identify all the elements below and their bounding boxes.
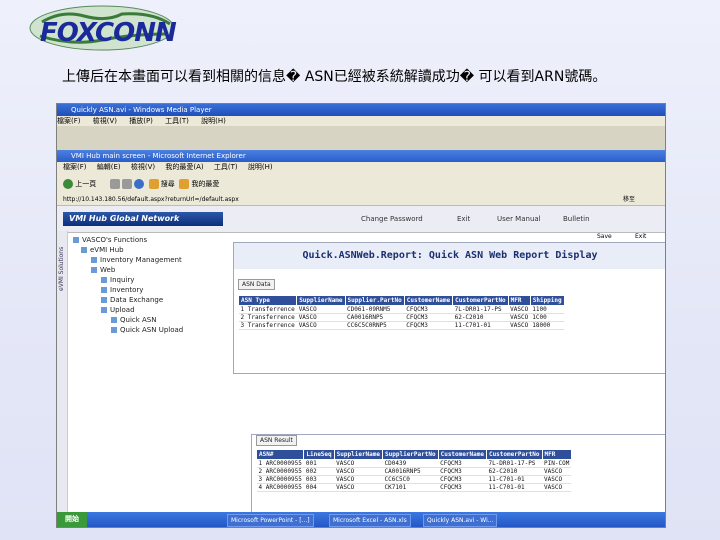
wmp-menu-tools[interactable]: 工具(T) (165, 117, 189, 125)
tree-item[interactable]: Inquiry (101, 276, 134, 284)
folder-icon (101, 297, 107, 303)
tree-item[interactable]: Web (91, 266, 115, 274)
media-player-menu: 檔案(F) 檢視(V) 播放(P) 工具(T) 說明(H) (57, 116, 665, 126)
taskbar-item-excel[interactable]: Microsoft Excel - ASN.xls (329, 514, 411, 527)
search-icon[interactable] (148, 179, 159, 189)
go-button[interactable]: 移至 (623, 195, 635, 205)
col-header[interactable]: Shipping (529, 295, 565, 306)
folder-icon (101, 287, 107, 293)
user-manual-link[interactable]: User Manual (497, 215, 541, 223)
stop-icon[interactable] (109, 179, 120, 189)
folder-icon (91, 257, 97, 263)
ie-menu-file[interactable]: 檔案(F) (63, 163, 87, 171)
folder-icon (101, 277, 107, 283)
taskbar: 開始 Microsoft PowerPoint - [...] Microsof… (57, 512, 665, 527)
change-password-link[interactable]: Change Password (361, 215, 423, 223)
col-header[interactable]: SupplierPartNo (382, 449, 439, 460)
ie-menu-favorites[interactable]: 我的最愛(A) (165, 163, 203, 171)
wmp-menu-help[interactable]: 說明(H) (201, 117, 226, 125)
asn-table: ASN Type SupplierName Supplier.PartNo Cu… (237, 295, 565, 330)
folder-icon (73, 237, 79, 243)
col-header[interactable]: ASN# (255, 449, 305, 460)
side-strip: eVMI Solutions (57, 231, 68, 512)
search-button[interactable]: 搜尋 (161, 180, 175, 188)
ie-menu-help[interactable]: 說明(H) (248, 163, 273, 171)
result-table: ASN# LineSeq SupplierName SupplierPartNo… (255, 449, 572, 492)
logo-wordmark: FOXCONN (40, 18, 177, 48)
back-arrow-icon[interactable] (63, 179, 73, 189)
vmi-brand: VMI Hub Global Network (63, 212, 223, 226)
exit-button[interactable]: Exit (635, 233, 646, 240)
tree-item[interactable]: Data Exchange (101, 296, 163, 304)
table-row[interactable]: 3 ARC0000955 003 VASCO CC6C5C0 CFQCM3 11-C701… (256, 475, 572, 484)
col-header[interactable]: CustomerName (437, 449, 487, 460)
foxconn-logo: FOXCONN (22, 2, 182, 54)
report-title: Quick.ASNWeb.Report: Quick ASN Web Repor… (234, 243, 665, 269)
wmp-menu-file[interactable]: 檔案(F) (57, 117, 81, 125)
favorites-button[interactable]: 我的最愛 (191, 180, 219, 188)
function-tree: VASCO's Functions eVMI Hub Inventory Man… (69, 234, 229, 512)
browser-toolbar: 上一頁 搜尋 我的最愛 (57, 173, 665, 195)
vmi-header: VMI Hub Global Network Change Password E… (57, 205, 665, 233)
folder-icon (91, 267, 97, 273)
tree-item[interactable]: Quick ASN (111, 316, 157, 324)
folder-icon (101, 307, 107, 313)
media-player-title: Quickly ASN.avi - Windows Media Player (71, 106, 212, 114)
col-header[interactable]: CustomerName (403, 295, 454, 306)
start-button[interactable]: 開始 (57, 512, 87, 527)
side-label: eVMI Solutions (58, 246, 65, 291)
col-header[interactable]: CustomerPartNo (452, 295, 509, 306)
browser-menu: 檔案(F) 編輯(E) 檢視(V) 我的最愛(A) 工具(T) 說明(H) (57, 162, 665, 173)
table-row[interactable]: 4 ARC0000955 004 VASCO CK7101 CFQCM3 11-C701-… (256, 483, 572, 492)
star-icon[interactable] (179, 179, 190, 189)
wmp-menu-play[interactable]: 播放(P) (129, 117, 153, 125)
ie-menu-tools[interactable]: 工具(T) (214, 163, 238, 171)
exit-link[interactable]: Exit (457, 215, 470, 223)
page-caption: 上傳后在本畫面可以看到相關的信息� ASN已經被系統解讀成功� 可以看到ARN號… (62, 69, 607, 85)
report-panel: Quick.ASNWeb.Report: Quick ASN Web Repor… (233, 242, 665, 374)
tab-asn-result[interactable]: ASN Result (256, 435, 297, 446)
col-header[interactable]: MFR (541, 449, 572, 460)
tree-item[interactable]: Quick ASN Upload (111, 326, 183, 334)
back-button[interactable]: 上一頁 (75, 180, 96, 188)
refresh-icon[interactable] (121, 179, 132, 189)
col-header[interactable]: ASN Type (237, 295, 298, 306)
browser-title-bar: VMI Hub main screen - Microsoft Internet… (57, 150, 665, 162)
col-header[interactable]: MFR (507, 295, 531, 306)
media-player-title-bar: Quickly ASN.avi - Windows Media Player (57, 104, 665, 116)
folder-icon (81, 247, 87, 253)
page-icon (111, 317, 117, 323)
table-row[interactable]: 2 Transferrence VASCO CA0016RNP5 CFQCM3 62-C… (238, 313, 565, 322)
tree-root[interactable]: VASCO's Functions (73, 236, 147, 244)
wmp-menu-view[interactable]: 檢視(V) (93, 117, 117, 125)
ie-menu-edit[interactable]: 編輯(E) (97, 163, 121, 171)
address-input[interactable]: http://10.143.180.56/default.aspx?return… (63, 196, 239, 203)
home-icon[interactable] (134, 179, 145, 189)
save-button[interactable]: Save (597, 233, 612, 240)
col-header[interactable]: CustomerPartNo (485, 449, 543, 460)
table-row[interactable]: 3 Transferrence VASCO CC6C5C0RNP5 CFQCM3 11-… (238, 321, 565, 330)
table-row[interactable]: 1 Transferrence VASCO CD061-09RNM5 CFQCM3 7L… (238, 305, 565, 314)
tree-item[interactable]: Inventory (101, 286, 143, 294)
page-icon (111, 327, 117, 333)
table-row[interactable]: 2 ARC0000955 002 VASCO CA0016RNP5 CFQCM3 62-C… (256, 467, 572, 476)
col-header[interactable]: Supplier.PartNo (344, 295, 405, 306)
taskbar-item-media-player[interactable]: Quickly ASN.avi - Wi... (423, 514, 498, 527)
embedded-screenshot: Quickly ASN.avi - Windows Media Player 檔… (56, 103, 666, 528)
tree-item[interactable]: eVMI Hub (81, 246, 124, 254)
result-panel: ASN Result ASN# LineSeq SupplierName Sup… (251, 434, 665, 516)
col-header[interactable]: SupplierName (333, 449, 384, 460)
col-header[interactable]: LineSeq (303, 449, 335, 460)
browser-title: VMI Hub main screen - Microsoft Internet… (71, 152, 246, 160)
address-bar: http://10.143.180.56/default.aspx?return… (57, 195, 665, 205)
col-header[interactable]: SupplierName (296, 295, 346, 306)
media-player-toolbar (57, 126, 665, 150)
table-row[interactable]: 1 ARC0000955 001 VASCO CD0439 CFQCM3 7L-DR01-… (256, 459, 572, 468)
taskbar-item-powerpoint[interactable]: Microsoft PowerPoint - [...] (227, 514, 314, 527)
tree-item[interactable]: Upload (101, 306, 135, 314)
ie-menu-view[interactable]: 檢視(V) (131, 163, 155, 171)
bulletin-link[interactable]: Bulletin (563, 215, 590, 223)
tab-asn-data[interactable]: ASN Data (238, 279, 275, 290)
tree-item[interactable]: Inventory Management (91, 256, 182, 264)
